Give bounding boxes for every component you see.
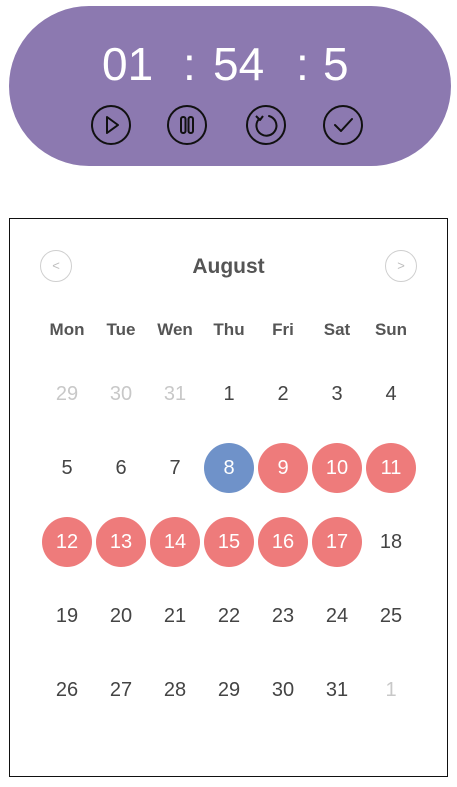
day-cell[interactable]: 29 [204, 665, 254, 715]
timer-hours: 01 [102, 38, 154, 90]
day-cell-selected[interactable]: 8 [204, 443, 254, 493]
day-cell[interactable]: 31 [150, 369, 200, 419]
done-button[interactable] [322, 104, 364, 146]
timer-controls [9, 104, 451, 150]
day-cell[interactable]: 30 [258, 665, 308, 715]
day-cell[interactable]: 20 [96, 591, 146, 641]
day-cell[interactable]: 28 [150, 665, 200, 715]
timer-minutes: 54 [213, 38, 265, 90]
day-cell[interactable]: 24 [312, 591, 362, 641]
day-cell[interactable]: 30 [96, 369, 146, 419]
refresh-icon [246, 105, 286, 145]
day-cell[interactable]: 6 [96, 443, 146, 493]
calendar-grid: 29 30 31 1 2 3 4 5 6 7 8 9 10 11 12 13 14 15 16 17 18 19 20 21 2… [10, 219, 447, 776]
day-cell-in-range[interactable]: 16 [258, 517, 308, 567]
day-cell-in-range[interactable]: 17 [312, 517, 362, 567]
check-icon [323, 105, 363, 145]
day-cell[interactable]: 1 [366, 665, 416, 715]
day-cell[interactable]: 2 [258, 369, 308, 419]
day-cell[interactable]: 29 [42, 369, 92, 419]
day-cell[interactable]: 19 [42, 591, 92, 641]
day-cell[interactable]: 1 [204, 369, 254, 419]
reset-button[interactable] [245, 104, 287, 146]
day-cell-in-range[interactable]: 15 [204, 517, 254, 567]
day-cell[interactable]: 31 [312, 665, 362, 715]
pause-button[interactable] [166, 104, 208, 146]
day-cell-in-range[interactable]: 10 [312, 443, 362, 493]
timer-seconds: 5 [323, 38, 349, 90]
day-cell-in-range[interactable]: 13 [96, 517, 146, 567]
day-cell-in-range[interactable]: 11 [366, 443, 416, 493]
calendar: < August > Mon Tue Wen Thu Fri Sat Sun 29 30 31 1… [9, 218, 448, 777]
day-cell[interactable]: 26 [42, 665, 92, 715]
day-cell[interactable]: 4 [366, 369, 416, 419]
play-icon [91, 105, 131, 145]
timer-panel: 01 : 54 : 5 [9, 6, 451, 166]
play-button[interactable] [90, 104, 132, 146]
day-cell[interactable]: 23 [258, 591, 308, 641]
pause-icon [167, 105, 207, 145]
day-cell[interactable]: 22 [204, 591, 254, 641]
day-cell[interactable]: 3 [312, 369, 362, 419]
day-cell[interactable]: 18 [366, 517, 416, 567]
day-cell[interactable]: 7 [150, 443, 200, 493]
timer-separator: : [183, 38, 196, 90]
day-cell-in-range[interactable]: 14 [150, 517, 200, 567]
timer-separator: : [296, 38, 309, 90]
day-cell[interactable]: 27 [96, 665, 146, 715]
day-cell-in-range[interactable]: 9 [258, 443, 308, 493]
timer-display: 01 : 54 : 5 [9, 34, 451, 94]
day-cell-in-range[interactable]: 12 [42, 517, 92, 567]
day-cell[interactable]: 21 [150, 591, 200, 641]
day-cell[interactable]: 5 [42, 443, 92, 493]
day-cell[interactable]: 25 [366, 591, 416, 641]
